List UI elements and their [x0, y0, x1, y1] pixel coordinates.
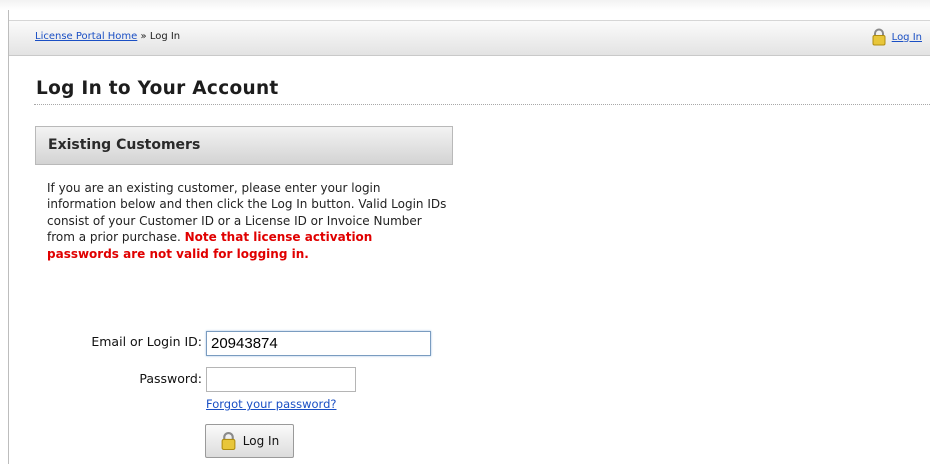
title-divider [34, 104, 930, 105]
section-title: Existing Customers [48, 137, 201, 153]
header-login[interactable]: Log In [871, 28, 922, 46]
window-left-border [8, 10, 9, 464]
password-input[interactable] [206, 367, 356, 392]
breadcrumb: License Portal Home » Log In [35, 31, 180, 42]
section-header: Existing Customers [35, 126, 453, 165]
breadcrumb-home-link[interactable]: License Portal Home [35, 31, 137, 42]
header-bar: License Portal Home » Log In Log In [9, 20, 930, 56]
forgot-password-link[interactable]: Forgot your password? [206, 397, 336, 411]
padlock-icon[interactable] [871, 28, 887, 46]
login-button[interactable]: Log In [205, 424, 294, 458]
login-button-label: Log In [242, 434, 280, 448]
padlock-icon [220, 431, 237, 451]
page-title: Log In to Your Account [36, 78, 279, 99]
breadcrumb-separator: » [137, 31, 150, 42]
email-input[interactable] [206, 331, 431, 356]
intro-paragraph: If you are an existing customer, please … [47, 180, 447, 262]
password-label: Password: [139, 371, 202, 386]
email-label: Email or Login ID: [91, 334, 202, 349]
breadcrumb-current: Log In [149, 31, 181, 42]
header-login-link[interactable]: Log In [892, 32, 922, 43]
window-top-edge [0, 0, 930, 10]
